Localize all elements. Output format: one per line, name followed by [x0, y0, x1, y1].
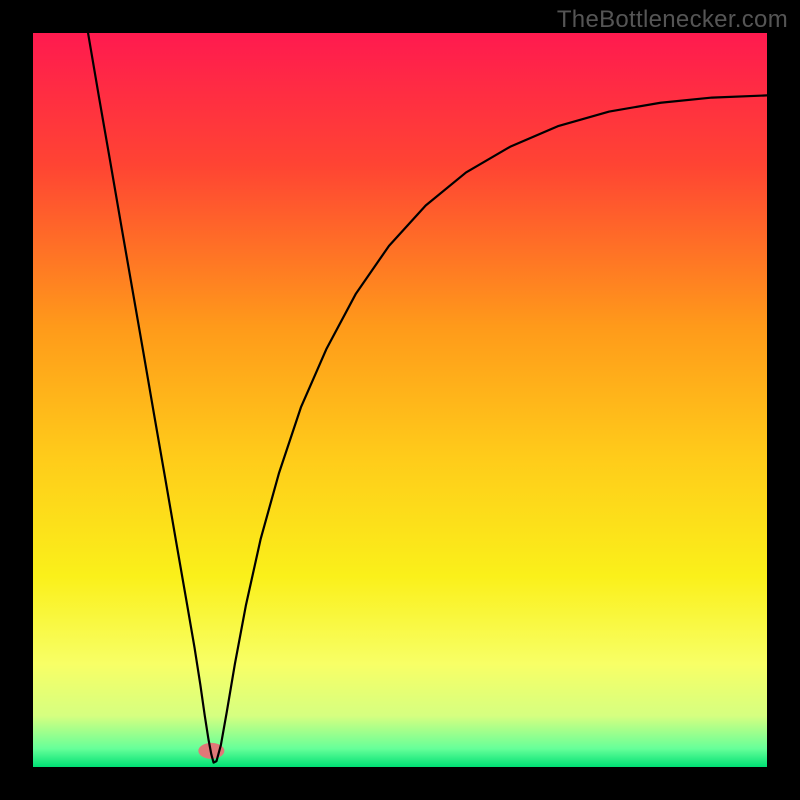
chart-svg	[33, 33, 767, 767]
chart-background	[33, 33, 767, 767]
chart-frame: TheBottlenecker.com	[0, 0, 800, 800]
chart-plot-area	[33, 33, 767, 767]
watermark-label: TheBottlenecker.com	[557, 6, 788, 34]
